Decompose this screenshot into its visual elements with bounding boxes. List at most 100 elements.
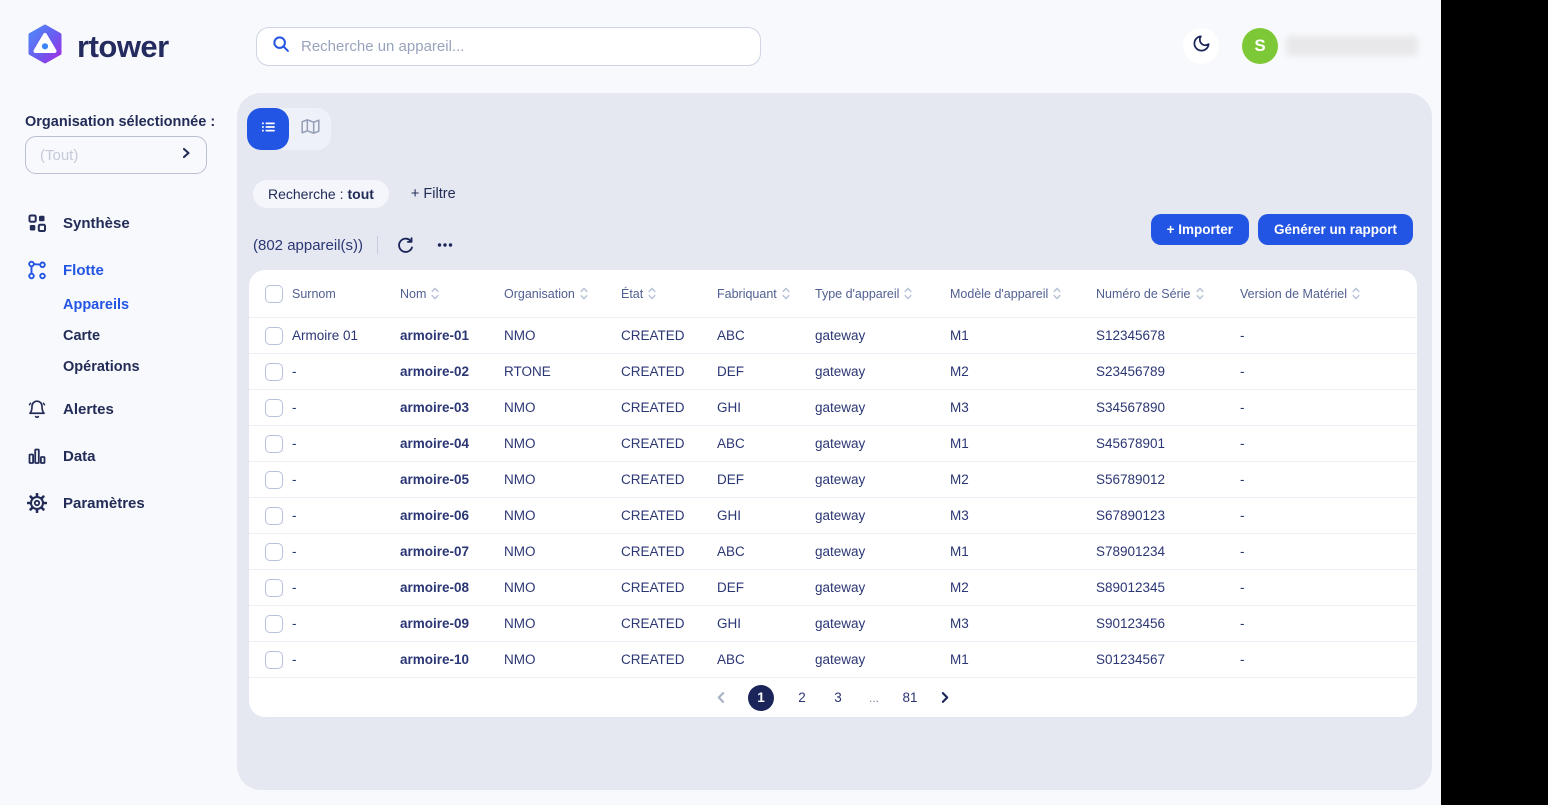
- cell-fabriquant: DEF: [717, 472, 815, 487]
- search-filter-chip[interactable]: Recherche : tout: [253, 180, 389, 208]
- cell-modele-d-appareil: M3: [950, 508, 1096, 523]
- column-header-nom[interactable]: Nom: [400, 287, 504, 301]
- column-header-organisation[interactable]: Organisation: [504, 287, 621, 301]
- page-3[interactable]: 3: [830, 690, 846, 705]
- sidebar-subitem-operations[interactable]: Opérations: [63, 354, 227, 380]
- sidebar-subitem-carte[interactable]: Carte: [63, 323, 227, 349]
- cell-type-d-appareil: gateway: [815, 364, 950, 379]
- organisation-select[interactable]: (Tout): [25, 136, 207, 174]
- cell-organisation: NMO: [504, 436, 621, 451]
- import-button[interactable]: + Importer: [1151, 214, 1249, 245]
- add-filter-button[interactable]: + Filtre: [411, 186, 456, 202]
- list-view-button[interactable]: [247, 108, 289, 150]
- sidebar-item-synthese[interactable]: Synthèse: [27, 210, 227, 236]
- sidebar: Organisation sélectionnée : (Tout) Synth…: [0, 93, 237, 805]
- devices-table: SurnomNom Organisation État Fabriquant T…: [249, 270, 1417, 717]
- cell-organisation: NMO: [504, 652, 621, 667]
- app-logo[interactable]: rtower: [25, 24, 169, 69]
- cell-nom: armoire-02: [400, 364, 504, 379]
- cell-surnom: -: [292, 472, 400, 487]
- cell-surnom: -: [292, 436, 400, 451]
- organisation-label: Organisation sélectionnée :: [25, 114, 215, 130]
- cell-type-d-appareil: gateway: [815, 436, 950, 451]
- table-row[interactable]: -armoire-09NMOCREATEDGHIgatewayM3S901234…: [249, 605, 1417, 641]
- bell-icon: [27, 399, 47, 419]
- pagination-prev[interactable]: [715, 691, 728, 704]
- row-checkbox[interactable]: [265, 651, 283, 669]
- page-81[interactable]: 81: [902, 690, 918, 705]
- column-label: Version de Matériel: [1240, 287, 1347, 301]
- cell-organisation: NMO: [504, 400, 621, 415]
- cell-nom: armoire-03: [400, 400, 504, 415]
- row-checkbox[interactable]: [265, 435, 283, 453]
- device-search: [256, 27, 761, 66]
- map-view-button[interactable]: [289, 108, 331, 150]
- row-checkbox[interactable]: [265, 471, 283, 489]
- cell-modele-d-appareil: M3: [950, 400, 1096, 415]
- generate-report-button[interactable]: Générer un rapport: [1258, 214, 1413, 245]
- more-options-button[interactable]: [432, 232, 458, 258]
- sidebar-item-alertes[interactable]: Alertes: [27, 396, 227, 422]
- refresh-button[interactable]: [392, 232, 418, 258]
- table-row[interactable]: -armoire-05NMOCREATEDDEFgatewayM2S567890…: [249, 461, 1417, 497]
- cell-modele-d-appareil: M1: [950, 328, 1096, 343]
- user-avatar[interactable]: S: [1242, 28, 1278, 64]
- sort-icon: [431, 287, 439, 300]
- sort-icon: [580, 287, 588, 300]
- cell-numero-de-serie: S45678901: [1096, 436, 1240, 451]
- table-row[interactable]: -armoire-02RTONECREATEDDEFgatewayM2S2345…: [249, 353, 1417, 389]
- cell-organisation: NMO: [504, 508, 621, 523]
- column-header-version-de-materiel[interactable]: Version de Matériel: [1240, 287, 1417, 301]
- cell-surnom: -: [292, 544, 400, 559]
- cell-type-d-appareil: gateway: [815, 544, 950, 559]
- cell-etat: CREATED: [621, 328, 717, 343]
- row-checkbox[interactable]: [265, 543, 283, 561]
- row-checkbox[interactable]: [265, 579, 283, 597]
- row-checkbox[interactable]: [265, 615, 283, 633]
- cell-surnom: -: [292, 580, 400, 595]
- device-count: (802 appareil(s)): [253, 237, 363, 254]
- sidebar-subitem-appareils[interactable]: Appareils: [63, 292, 227, 318]
- main-panel: Recherche : tout + Filtre (802 appareil(…: [237, 93, 1432, 790]
- search-filter-label: Recherche :: [268, 186, 343, 202]
- sort-icon: [782, 287, 790, 300]
- column-header-numero-de-serie[interactable]: Numéro de Série: [1096, 287, 1240, 301]
- row-checkbox[interactable]: [265, 363, 283, 381]
- theme-toggle-button[interactable]: [1183, 28, 1219, 64]
- column-header-etat[interactable]: État: [621, 287, 717, 301]
- sidebar-item-flotte[interactable]: Flotte: [27, 257, 227, 283]
- list-icon: [258, 117, 278, 142]
- table-row[interactable]: -armoire-06NMOCREATEDGHIgatewayM3S678901…: [249, 497, 1417, 533]
- gear-icon: [27, 493, 47, 513]
- select-all-checkbox[interactable]: [265, 285, 283, 303]
- cell-numero-de-serie: S78901234: [1096, 544, 1240, 559]
- map-icon: [301, 117, 320, 141]
- cell-type-d-appareil: gateway: [815, 328, 950, 343]
- column-header-fabriquant[interactable]: Fabriquant: [717, 287, 815, 301]
- search-filter-value: tout: [347, 186, 373, 202]
- table-row[interactable]: -armoire-10NMOCREATEDABCgatewayM1S012345…: [249, 641, 1417, 677]
- column-header-type-d-appareil[interactable]: Type d'appareil: [815, 287, 950, 301]
- column-header-modele-d-appareil[interactable]: Modèle d'appareil: [950, 287, 1096, 301]
- cell-etat: CREATED: [621, 364, 717, 379]
- row-checkbox[interactable]: [265, 327, 283, 345]
- cell-fabriquant: ABC: [717, 544, 815, 559]
- cell-numero-de-serie: S90123456: [1096, 616, 1240, 631]
- sidebar-item-data[interactable]: Data: [27, 443, 227, 469]
- table-row[interactable]: -armoire-03NMOCREATEDGHIgatewayM3S345678…: [249, 389, 1417, 425]
- sidebar-item-parametres[interactable]: Paramètres: [27, 490, 227, 516]
- row-checkbox[interactable]: [265, 507, 283, 525]
- pagination-next[interactable]: [938, 691, 951, 704]
- row-checkbox[interactable]: [265, 399, 283, 417]
- table-row[interactable]: -armoire-04NMOCREATEDABCgatewayM1S456789…: [249, 425, 1417, 461]
- table-row[interactable]: Armoire 01armoire-01NMOCREATEDABCgateway…: [249, 317, 1417, 353]
- search-input[interactable]: [301, 38, 746, 55]
- page-2[interactable]: 2: [794, 690, 810, 705]
- cell-nom: armoire-04: [400, 436, 504, 451]
- cell-etat: CREATED: [621, 508, 717, 523]
- row-checkbox-cell: [249, 435, 292, 453]
- table-row[interactable]: -armoire-08NMOCREATEDDEFgatewayM2S890123…: [249, 569, 1417, 605]
- table-row[interactable]: -armoire-07NMOCREATEDABCgatewayM1S789012…: [249, 533, 1417, 569]
- cell-version-de-materiel: -: [1240, 436, 1417, 451]
- page-1[interactable]: 1: [748, 685, 774, 711]
